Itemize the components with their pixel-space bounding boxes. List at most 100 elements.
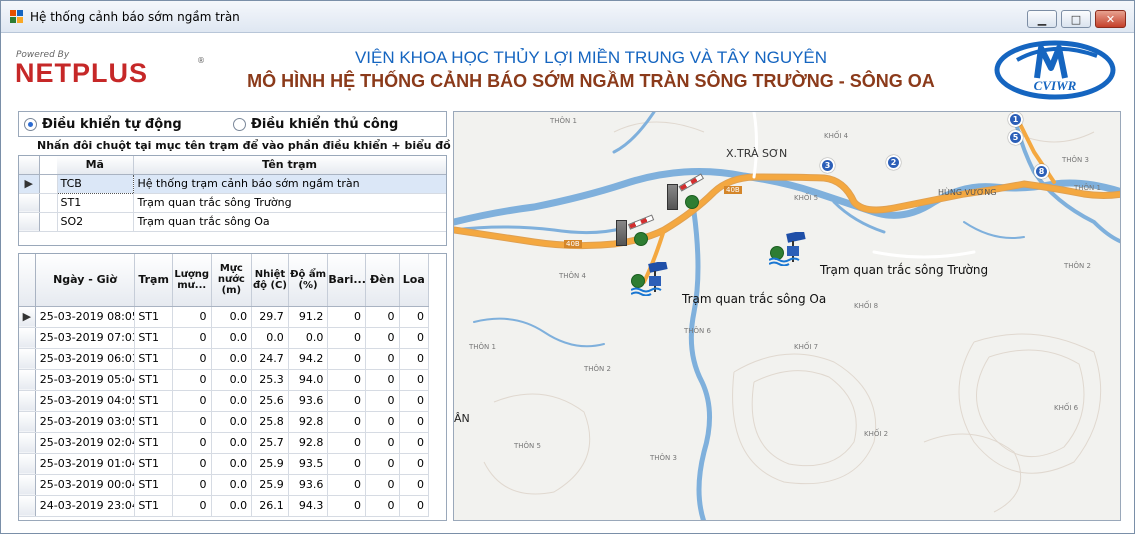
cell-station[interactable]: ST1 — [134, 411, 173, 433]
status-marker-icon[interactable] — [634, 232, 648, 246]
cell-speaker[interactable]: 0 — [399, 306, 429, 328]
row-selector-icon[interactable]: ▶ — [19, 174, 40, 194]
station-code-header[interactable]: Mã — [57, 156, 134, 175]
table-row[interactable]: 25-03-2019 04:05 ST1 0 0.0 25.6 93.6 0 0… — [19, 390, 429, 412]
cell-time[interactable]: 25-03-2019 08:05 — [35, 306, 136, 328]
cell-light[interactable]: 0 — [365, 453, 400, 475]
station-name-header[interactable]: Tên trạm — [133, 156, 446, 175]
station-row[interactable]: SO2 Trạm quan trắc sông Oa — [19, 212, 446, 232]
cell-time[interactable]: 25-03-2019 04:05 — [35, 390, 136, 412]
cell-rain[interactable]: 0 — [172, 432, 212, 454]
col-header-humidity[interactable]: Độ ẩm (%) — [288, 254, 329, 307]
col-header-light[interactable]: Đèn — [365, 254, 400, 307]
cell-light[interactable]: 0 — [365, 369, 400, 391]
station-code-cell[interactable]: ST1 — [57, 193, 134, 213]
close-button[interactable]: ✕ — [1095, 10, 1126, 28]
col-header-time[interactable]: Ngày - Giờ — [35, 254, 136, 307]
col-header-temperature[interactable]: Nhiệt độ (C) — [251, 254, 289, 307]
cell-barrier[interactable]: 0 — [327, 411, 366, 433]
cell-time[interactable]: 25-03-2019 01:04 — [35, 453, 136, 475]
cell-level[interactable]: 0.0 — [211, 348, 253, 370]
cell-light[interactable]: 0 — [365, 348, 400, 370]
map-pin-2[interactable]: 2 — [886, 155, 901, 170]
cell-speaker[interactable]: 0 — [399, 369, 429, 391]
cell-station[interactable]: ST1 — [134, 495, 173, 517]
table-row[interactable]: 25-03-2019 05:04 ST1 0 0.0 25.3 94.0 0 0… — [19, 369, 429, 391]
manual-control-radio[interactable]: Điều khiển thủ công — [233, 117, 398, 132]
table-row[interactable]: 25-03-2019 03:05 ST1 0 0.0 25.8 92.8 0 0… — [19, 411, 429, 433]
station-name-cell[interactable]: Trạm quan trắc sông Trường — [133, 193, 446, 213]
station-name-cell[interactable]: Hệ thống trạm cảnh báo sớm ngầm tràn — [133, 174, 446, 194]
cell-time[interactable]: 25-03-2019 00:04 — [35, 474, 136, 496]
cell-humidity[interactable]: 92.8 — [288, 432, 329, 454]
cell-time[interactable]: 25-03-2019 02:04 — [35, 432, 136, 454]
minimize-button[interactable]: ▁ — [1027, 10, 1057, 28]
manual-radio-indicator[interactable] — [233, 118, 246, 131]
cell-temp[interactable]: 29.7 — [251, 306, 289, 328]
cell-level[interactable]: 0.0 — [211, 411, 253, 433]
table-row[interactable]: ▶ 25-03-2019 08:05 ST1 0 0.0 29.7 91.2 0… — [19, 306, 429, 328]
cell-barrier[interactable]: 0 — [327, 369, 366, 391]
cell-level[interactable]: 0.0 — [211, 306, 253, 328]
cell-temp[interactable]: 25.8 — [251, 411, 289, 433]
cell-speaker[interactable]: 0 — [399, 348, 429, 370]
station-row[interactable]: ST1 Trạm quan trắc sông Trường — [19, 193, 446, 213]
cell-humidity[interactable]: 93.5 — [288, 453, 329, 475]
cell-barrier[interactable]: 0 — [327, 306, 366, 328]
cell-light[interactable]: 0 — [365, 411, 400, 433]
cell-temp[interactable]: 25.3 — [251, 369, 289, 391]
status-marker-icon[interactable] — [685, 195, 699, 209]
barrier-gate-icon[interactable] — [616, 220, 627, 246]
cell-speaker[interactable]: 0 — [399, 453, 429, 475]
readings-scrollbar[interactable]: ▲ ▼ — [446, 306, 447, 520]
station-map[interactable]: THÔN 1 KHỐI 4 THÔN 3 THÔN 1 X.TRÀ SƠN KH… — [453, 111, 1121, 521]
cell-humidity[interactable]: 91.2 — [288, 306, 329, 328]
cell-time[interactable]: 25-03-2019 06:03 — [35, 348, 136, 370]
cell-speaker[interactable]: 0 — [399, 327, 429, 349]
table-row[interactable]: 25-03-2019 06:03 ST1 0 0.0 24.7 94.2 0 0… — [19, 348, 429, 370]
cell-barrier[interactable]: 0 — [327, 348, 366, 370]
cell-barrier[interactable]: 0 — [327, 432, 366, 454]
cell-level[interactable]: 0.0 — [211, 327, 253, 349]
map-pin-5[interactable]: 5 — [1008, 130, 1023, 145]
cell-light[interactable]: 0 — [365, 306, 400, 328]
cell-humidity[interactable]: 0.0 — [288, 327, 329, 349]
cell-station[interactable]: ST1 — [134, 306, 173, 328]
cell-rain[interactable]: 0 — [172, 411, 212, 433]
cell-speaker[interactable]: 0 — [399, 432, 429, 454]
row-selector-icon[interactable]: ▶ — [19, 306, 36, 328]
station-code-cell[interactable]: SO2 — [57, 212, 134, 232]
cell-level[interactable]: 0.0 — [211, 474, 253, 496]
cell-level[interactable]: 0.0 — [211, 432, 253, 454]
cell-humidity[interactable]: 94.3 — [288, 495, 329, 517]
table-row[interactable]: 25-03-2019 02:04 ST1 0 0.0 25.7 92.8 0 0… — [19, 432, 429, 454]
cell-station[interactable]: ST1 — [134, 348, 173, 370]
cell-humidity[interactable]: 94.0 — [288, 369, 329, 391]
cell-temp[interactable]: 25.7 — [251, 432, 289, 454]
col-header-water-level[interactable]: Mực nước (m) — [211, 254, 253, 307]
cell-barrier[interactable]: 0 — [327, 495, 366, 517]
cell-station[interactable]: ST1 — [134, 474, 173, 496]
cell-humidity[interactable]: 93.6 — [288, 390, 329, 412]
cell-barrier[interactable]: 0 — [327, 474, 366, 496]
cell-temp[interactable]: 24.7 — [251, 348, 289, 370]
cell-time[interactable]: 25-03-2019 03:05 — [35, 411, 136, 433]
table-row[interactable]: 25-03-2019 00:04 ST1 0 0.0 25.9 93.6 0 0… — [19, 474, 429, 496]
cell-humidity[interactable]: 92.8 — [288, 411, 329, 433]
cell-time[interactable]: 24-03-2019 23:04 — [35, 495, 136, 517]
cell-rain[interactable]: 0 — [172, 495, 212, 517]
barrier-gate-icon[interactable] — [667, 184, 678, 210]
cell-speaker[interactable]: 0 — [399, 495, 429, 517]
maximize-button[interactable]: □ — [1061, 10, 1091, 28]
solar-station-icon[interactable] — [769, 232, 809, 266]
col-header-rain[interactable]: Lượng mư... — [172, 254, 212, 307]
col-header-barrier[interactable]: Bari... — [327, 254, 366, 307]
col-header-station[interactable]: Trạm — [134, 254, 173, 307]
auto-control-radio[interactable]: Điều khiển tự động — [24, 117, 182, 132]
cell-station[interactable]: ST1 — [134, 327, 173, 349]
cell-rain[interactable]: 0 — [172, 306, 212, 328]
cell-level[interactable]: 0.0 — [211, 369, 253, 391]
title-bar[interactable]: Hệ thống cảnh báo sớm ngầm tràn ▁ □ ✕ — [1, 1, 1134, 33]
cell-temp[interactable]: 25.9 — [251, 474, 289, 496]
station-name-cell[interactable]: Trạm quan trắc sông Oa — [133, 212, 446, 232]
